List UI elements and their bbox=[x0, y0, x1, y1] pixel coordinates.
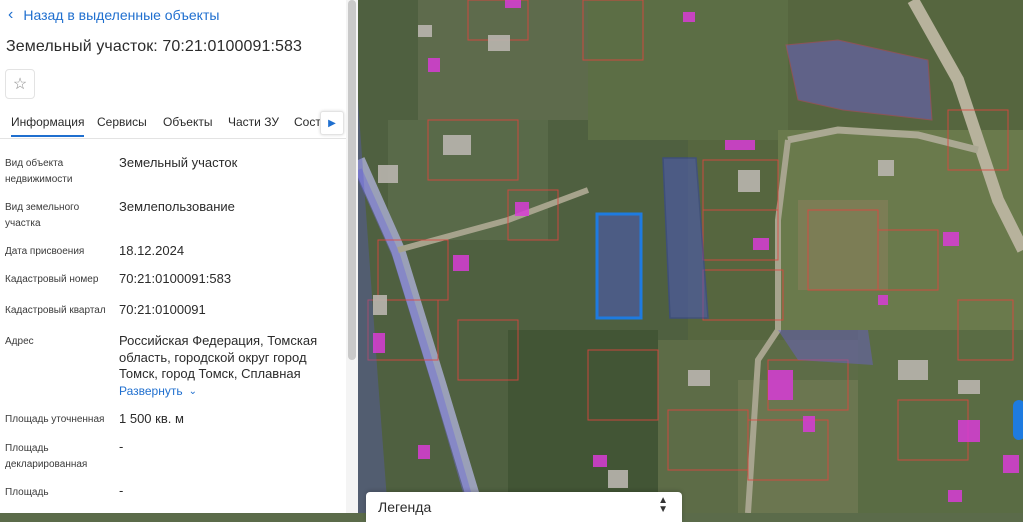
chevron-left-icon: ‹ bbox=[8, 6, 14, 23]
field-value-object-type: Земельный участок bbox=[119, 155, 238, 170]
panel-scrollbar[interactable] bbox=[346, 0, 358, 513]
field-label-area-specified: Площадь уточненная bbox=[5, 414, 105, 425]
tab-info[interactable]: Информация bbox=[11, 115, 85, 137]
field-label-cad-quarter: Кадастровый квартал bbox=[5, 305, 106, 316]
star-icon: ☆ bbox=[12, 76, 28, 93]
field-label-land-type: Вид земельного участка bbox=[5, 202, 80, 229]
legend-panel[interactable]: Легенда ▲ ▼ bbox=[366, 492, 682, 522]
field-label-address: Адрес bbox=[5, 336, 34, 347]
field-value-cad-number: 70:21:0100091:583 bbox=[119, 271, 232, 286]
field-value-area-specified: 1 500 кв. м bbox=[119, 411, 184, 426]
chevron-down-icon: ⌄ bbox=[188, 385, 197, 397]
sort-arrows-icon[interactable]: ▲ ▼ bbox=[658, 496, 668, 515]
tab-next-button[interactable]: ▶ bbox=[320, 111, 344, 135]
field-label-area: Площадь bbox=[5, 487, 49, 498]
tab-bar: Информация Сервисы Объекты Части ЗУ Сост… bbox=[0, 108, 346, 139]
field-label-object-type: Вид объекта недвижимости bbox=[5, 158, 73, 185]
expand-address-button[interactable]: Развернуть ⌄ bbox=[119, 384, 197, 398]
field-value-date: 18.12.2024 bbox=[119, 243, 185, 258]
tab-services[interactable]: Сервисы bbox=[97, 115, 147, 129]
field-label-area-declared: Площадь декларированная bbox=[5, 443, 88, 470]
scrollbar-thumb[interactable] bbox=[348, 0, 356, 360]
favorite-button[interactable]: ☆ bbox=[5, 69, 35, 99]
chevron-right-icon: ▶ bbox=[328, 117, 336, 129]
map-view[interactable] bbox=[358, 0, 1023, 513]
field-label-date: Дата присвоения bbox=[5, 246, 85, 257]
tab-parts[interactable]: Части ЗУ bbox=[228, 115, 279, 129]
back-link-label: Назад в выделенные объекты bbox=[23, 7, 220, 23]
expand-label: Развернуть bbox=[119, 384, 183, 398]
field-label-cad-number: Кадастровый номер bbox=[5, 274, 99, 285]
field-value-address: Российская Федерация, Томская область, г… bbox=[119, 333, 318, 381]
field-value-area: - bbox=[119, 483, 124, 498]
info-panel: ‹ Назад в выделенные объекты Земельный у… bbox=[0, 0, 346, 513]
back-link[interactable]: ‹ Назад в выделенные объекты bbox=[8, 6, 220, 24]
field-value-land-type: Землепользование bbox=[119, 199, 235, 214]
page-title: Земельный участок: 70:21:0100091:583 bbox=[6, 38, 303, 55]
field-value-cad-quarter: 70:21:0100091 bbox=[119, 302, 206, 317]
field-value-area-declared: - bbox=[119, 439, 124, 454]
tab-objects[interactable]: Объекты bbox=[163, 115, 213, 129]
